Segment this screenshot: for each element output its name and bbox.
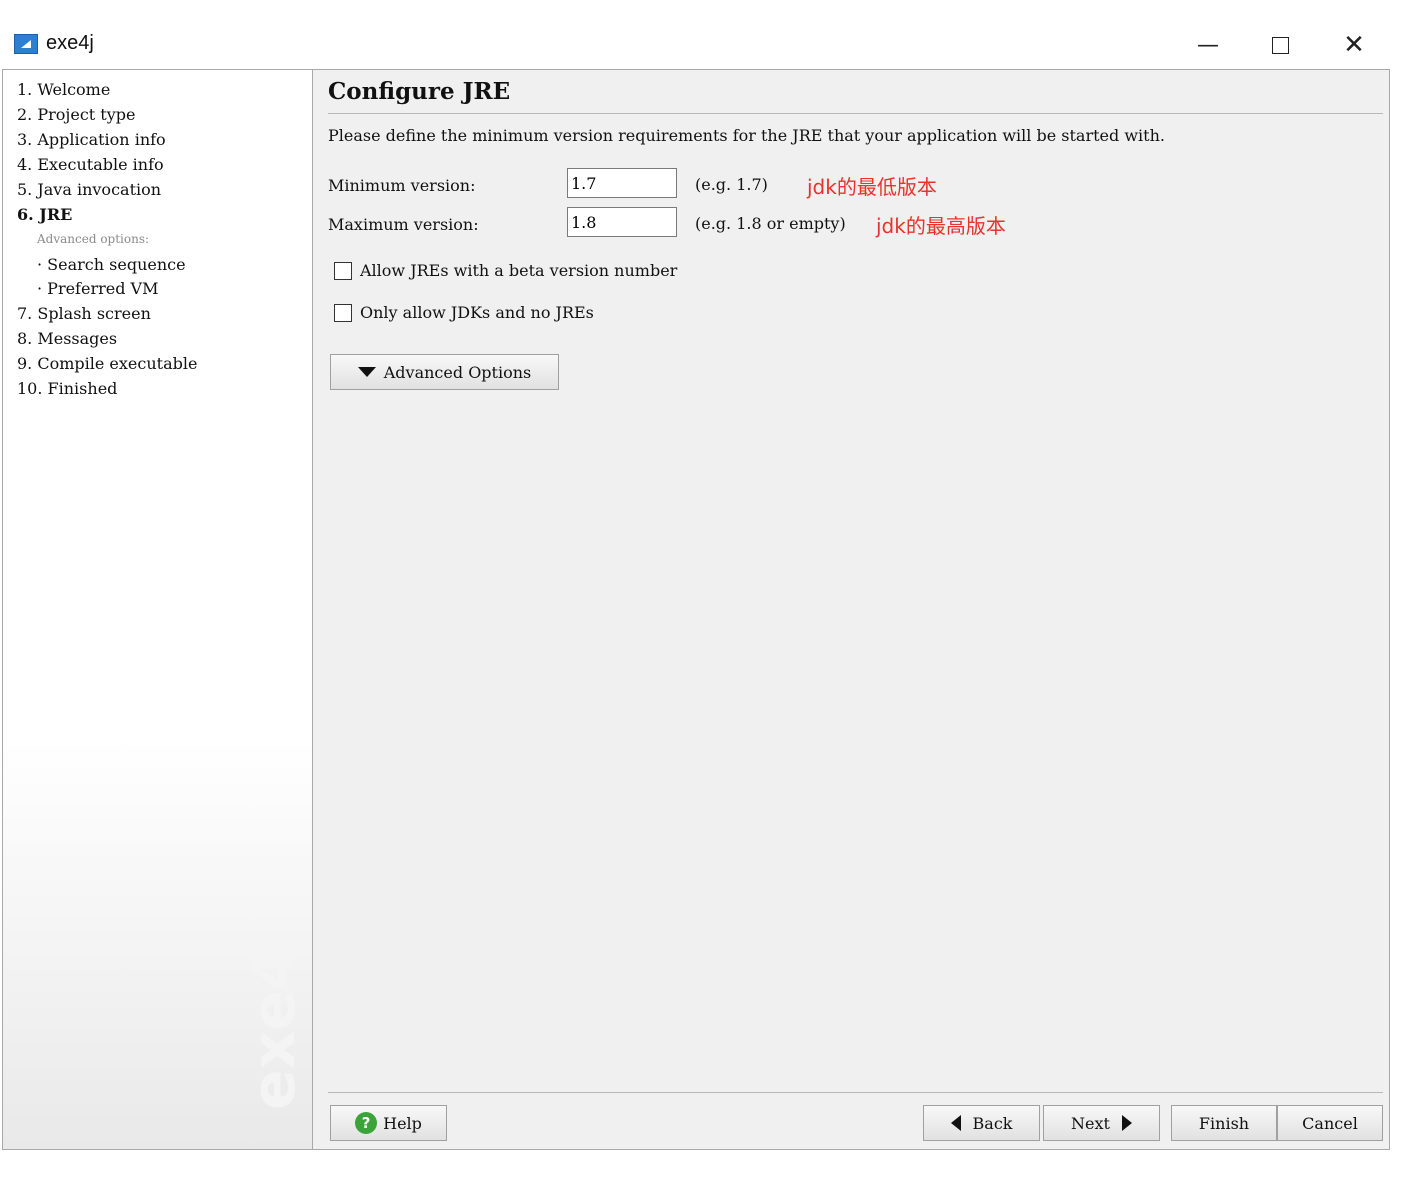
only-jdks-checkbox[interactable]: Only allow JDKs and no JREs (334, 303, 594, 322)
step-java-invocation[interactable]: 5. Java invocation (17, 180, 161, 199)
advanced-options-button[interactable]: Advanced Options (330, 354, 559, 390)
step-application-info[interactable]: 3. Application info (17, 130, 166, 149)
finish-button-label: Finish (1198, 1113, 1250, 1133)
back-button-label: Back (972, 1113, 1013, 1133)
maximum-version-input[interactable] (567, 207, 677, 237)
step-jre[interactable]: 6. JRE (17, 205, 72, 224)
step-project-type[interactable]: 2. Project type (17, 105, 135, 124)
exe4j-app-icon (14, 34, 38, 54)
checkbox-box[interactable] (334, 303, 352, 322)
wizard-window: 1. Welcome 2. Project type 3. Applicatio… (2, 69, 1390, 1150)
triangle-left-icon (950, 1115, 961, 1131)
minimum-version-input[interactable] (567, 168, 677, 198)
maximize-icon (1271, 36, 1289, 54)
main-panel: Configure JRE Please define the minimum … (314, 70, 1389, 1149)
checkbox-box[interactable] (334, 261, 352, 280)
next-button[interactable]: Next (1043, 1105, 1160, 1141)
triangle-right-icon (1121, 1115, 1132, 1131)
step-messages[interactable]: 8. Messages (17, 329, 117, 348)
help-icon: ? (355, 1112, 378, 1134)
close-button[interactable]: ✕ (1336, 30, 1372, 60)
maximum-version-hint: (e.g. 1.8 or empty) (695, 214, 846, 233)
step-finished[interactable]: 10. Finished (17, 379, 117, 398)
only-jdks-label: Only allow JDKs and no JREs (360, 303, 594, 322)
minimize-button[interactable]: — (1190, 30, 1226, 60)
finish-button[interactable]: Finish (1171, 1105, 1277, 1141)
advanced-options-button-label: Advanced Options (383, 362, 532, 382)
step-executable-info[interactable]: 4. Executable info (17, 155, 164, 174)
step-compile-executable[interactable]: 9. Compile executable (17, 354, 197, 373)
exe4j-watermark: exe4j (239, 927, 309, 1110)
footer-divider (328, 1092, 1383, 1093)
triangle-down-icon (357, 367, 376, 377)
minimum-version-annotation: jdk的最低版本 (807, 175, 937, 199)
allow-beta-jre-label: Allow JREs with a beta version number (360, 261, 678, 280)
maximum-version-annotation: jdk的最高版本 (876, 214, 1006, 238)
cancel-button[interactable]: Cancel (1277, 1105, 1383, 1141)
page-description: Please define the minimum version requir… (328, 126, 1165, 145)
sub-step-search-sequence[interactable]: · Search sequence (37, 255, 186, 274)
minimum-version-label: Minimum version: (328, 176, 476, 195)
minimum-version-hint: (e.g. 1.7) (695, 175, 768, 194)
help-button[interactable]: ? Help (330, 1105, 447, 1141)
allow-beta-jre-checkbox[interactable]: Allow JREs with a beta version number (334, 261, 677, 280)
wizard-steps-sidebar: 1. Welcome 2. Project type 3. Applicatio… (3, 70, 313, 1149)
title-bar: exe4j — ✕ (0, 0, 1410, 68)
back-button[interactable]: Back (923, 1105, 1040, 1141)
help-button-label: Help (383, 1113, 422, 1133)
window-title: exe4j (46, 32, 94, 54)
page-title: Configure JRE (328, 78, 511, 105)
maximum-version-label: Maximum version: (328, 215, 479, 234)
title-divider (328, 113, 1383, 114)
cancel-button-label: Cancel (1302, 1113, 1358, 1133)
step-welcome[interactable]: 1. Welcome (17, 80, 110, 99)
advanced-options-label: Advanced options: (37, 232, 150, 246)
sub-step-preferred-vm[interactable]: · Preferred VM (37, 279, 158, 298)
next-button-label: Next (1071, 1113, 1110, 1133)
maximize-button[interactable] (1262, 30, 1298, 60)
step-splash-screen[interactable]: 7. Splash screen (17, 304, 151, 323)
